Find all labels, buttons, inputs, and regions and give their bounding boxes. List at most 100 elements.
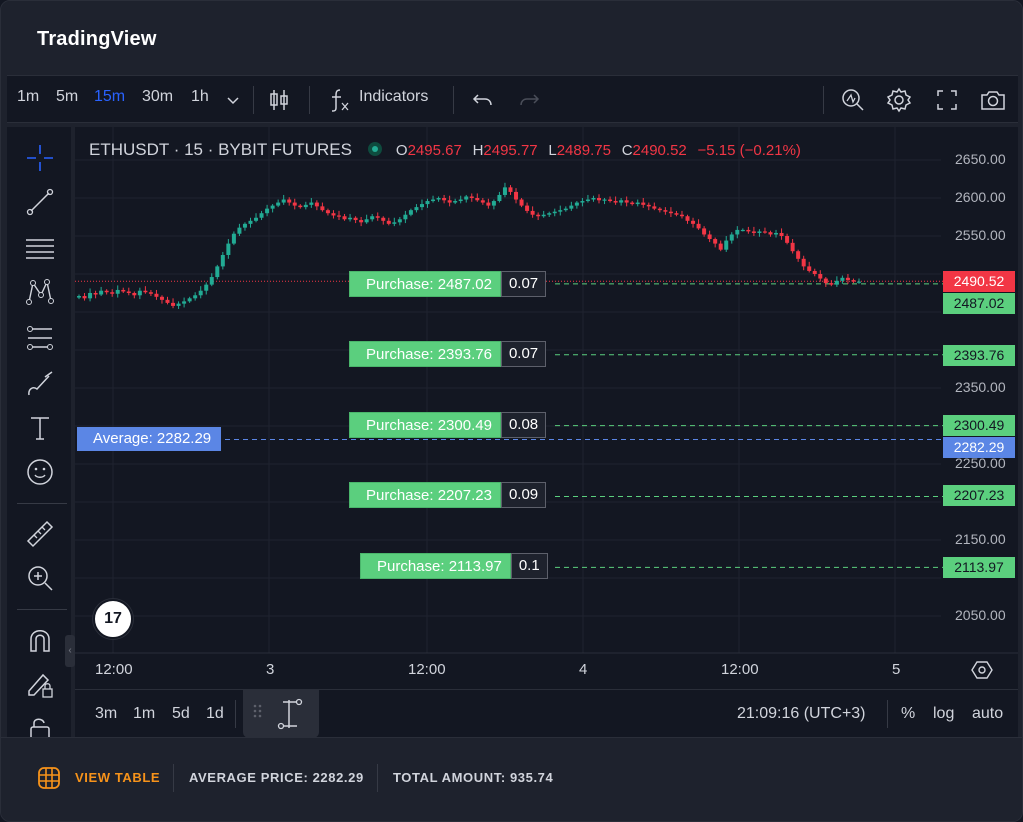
- candle-body: [414, 207, 419, 211]
- forecast-icon[interactable]: [23, 321, 57, 355]
- candle-body: [746, 229, 751, 232]
- ohlc-close: C2490.52: [621, 142, 687, 159]
- magnet-icon[interactable]: [23, 623, 57, 657]
- x-axis-label: 3: [266, 661, 275, 678]
- interval-1h[interactable]: 1h: [191, 88, 209, 106]
- y-axis-label: 2650.00: [955, 151, 1006, 167]
- chart-pane[interactable]: ETHUSDT · 15 · BYBIT FUTURES O2495.67 H24…: [75, 127, 1018, 689]
- crosshair-icon[interactable]: [23, 141, 57, 175]
- range-5d[interactable]: 5d: [172, 705, 190, 723]
- table-grid-icon[interactable]: [37, 766, 61, 790]
- text-icon[interactable]: [23, 411, 57, 445]
- fib-retracement-icon[interactable]: [23, 231, 57, 265]
- candle-body: [148, 292, 153, 294]
- order-line-tag[interactable]: Purchase: 2393.76 0.07: [349, 341, 547, 367]
- order-quantity[interactable]: 0.07: [500, 271, 547, 297]
- order-quantity[interactable]: 0.07: [500, 341, 547, 367]
- toolbar-divider: [309, 86, 310, 114]
- order-line-tag[interactable]: Purchase: 2113.97 0.1: [360, 553, 548, 579]
- order-quantity[interactable]: 0.09: [500, 482, 547, 508]
- candle-body: [508, 187, 513, 192]
- candle-body: [834, 280, 839, 285]
- toolbar-divider: [17, 609, 67, 610]
- trend-line-icon[interactable]: [23, 185, 57, 219]
- redo-icon[interactable]: [515, 86, 543, 114]
- candle-body: [298, 205, 303, 208]
- indicators-button[interactable]: Indicators: [359, 88, 428, 106]
- candle-body: [419, 204, 424, 208]
- candle-body: [226, 243, 231, 255]
- toolbar-divider: [453, 86, 454, 114]
- order-line-tag[interactable]: Purchase: 2207.23 0.09: [349, 482, 547, 508]
- candle-body: [320, 206, 325, 211]
- candle-body: [137, 290, 142, 296]
- candle-body: [652, 206, 657, 209]
- candle-body: [519, 199, 524, 206]
- x-axis-label: 4: [579, 661, 588, 678]
- zoom-in-icon[interactable]: [23, 561, 57, 595]
- toolbar-divider: [17, 503, 67, 504]
- auto-scale-toggle[interactable]: auto: [972, 705, 1003, 723]
- undo-icon[interactable]: [469, 86, 497, 114]
- order-line-tag[interactable]: Purchase: 2487.02 0.07: [349, 271, 547, 297]
- lock-drawing-icon[interactable]: [23, 667, 57, 701]
- candle-body: [220, 255, 225, 267]
- brush-icon[interactable]: [23, 367, 57, 401]
- candlestick-type-icon[interactable]: [265, 86, 293, 114]
- unlock-icon[interactable]: [23, 713, 57, 737]
- candle-body: [436, 198, 441, 200]
- date-range-icon: [253, 698, 303, 730]
- candle-body: [569, 205, 574, 209]
- interval-30m[interactable]: 30m: [142, 88, 173, 106]
- x-axis-label: 12:00: [95, 661, 133, 678]
- range-1d[interactable]: 1d: [206, 705, 224, 723]
- candle-body: [547, 213, 552, 215]
- candle-body: [198, 290, 203, 296]
- candle-body: [425, 201, 430, 205]
- alert-search-icon[interactable]: [839, 86, 867, 114]
- candle-body: [403, 214, 408, 220]
- interval-5m[interactable]: 5m: [56, 88, 78, 106]
- order-label[interactable]: Purchase: 2113.97: [360, 553, 511, 579]
- candle-body: [585, 199, 590, 202]
- order-quantity[interactable]: 0.08: [500, 412, 547, 438]
- order-label[interactable]: Purchase: 2207.23: [349, 482, 501, 508]
- price-chart[interactable]: [75, 127, 1018, 689]
- order-quantity[interactable]: 0.1: [510, 553, 548, 579]
- collapse-toolbar-chevron-icon[interactable]: ‹: [65, 635, 75, 667]
- candle-body: [663, 210, 668, 212]
- view-table-button[interactable]: VIEW TABLE: [75, 770, 160, 785]
- fullscreen-icon[interactable]: [933, 86, 961, 114]
- range-1m[interactable]: 1m: [133, 705, 155, 723]
- tradingview-logo[interactable]: 17: [93, 599, 133, 639]
- candle-body: [602, 199, 607, 201]
- average-line-tag[interactable]: Average: 2282.29: [77, 427, 222, 451]
- order-label[interactable]: Purchase: 2393.76: [349, 341, 501, 367]
- date-range-button[interactable]: [243, 690, 319, 738]
- candle-body: [779, 232, 784, 236]
- range-3m[interactable]: 3m: [95, 705, 117, 723]
- interval-1m[interactable]: 1m: [17, 88, 39, 106]
- y-axis-label: 2600.00: [955, 189, 1006, 205]
- function-fx-icon[interactable]: [325, 86, 353, 114]
- candle-body: [641, 202, 646, 205]
- clock-timezone[interactable]: 21:09:16 (UTC+3): [737, 705, 866, 723]
- candle-body: [525, 205, 530, 211]
- candle-body: [608, 199, 613, 202]
- pattern-icon[interactable]: [23, 275, 57, 309]
- symbol-name[interactable]: ETHUSDT · 15 · BYBIT FUTURES: [89, 140, 352, 159]
- percent-scale-toggle[interactable]: %: [901, 705, 915, 723]
- axis-settings-icon[interactable]: [971, 659, 993, 681]
- settings-gear-icon[interactable]: [885, 86, 913, 114]
- log-scale-toggle[interactable]: log: [933, 705, 954, 723]
- interval-dropdown-chevron-icon[interactable]: [219, 86, 247, 114]
- candle-body: [82, 296, 87, 299]
- order-label[interactable]: Purchase: 2300.49: [349, 412, 501, 438]
- ruler-icon[interactable]: [23, 517, 57, 551]
- candle-body: [751, 231, 756, 233]
- emoji-icon[interactable]: [23, 455, 57, 489]
- order-label[interactable]: Purchase: 2487.02: [349, 271, 501, 297]
- interval-15m[interactable]: 15m: [94, 88, 125, 106]
- screenshot-camera-icon[interactable]: [979, 86, 1007, 114]
- order-line-tag[interactable]: Purchase: 2300.49 0.08: [349, 412, 547, 438]
